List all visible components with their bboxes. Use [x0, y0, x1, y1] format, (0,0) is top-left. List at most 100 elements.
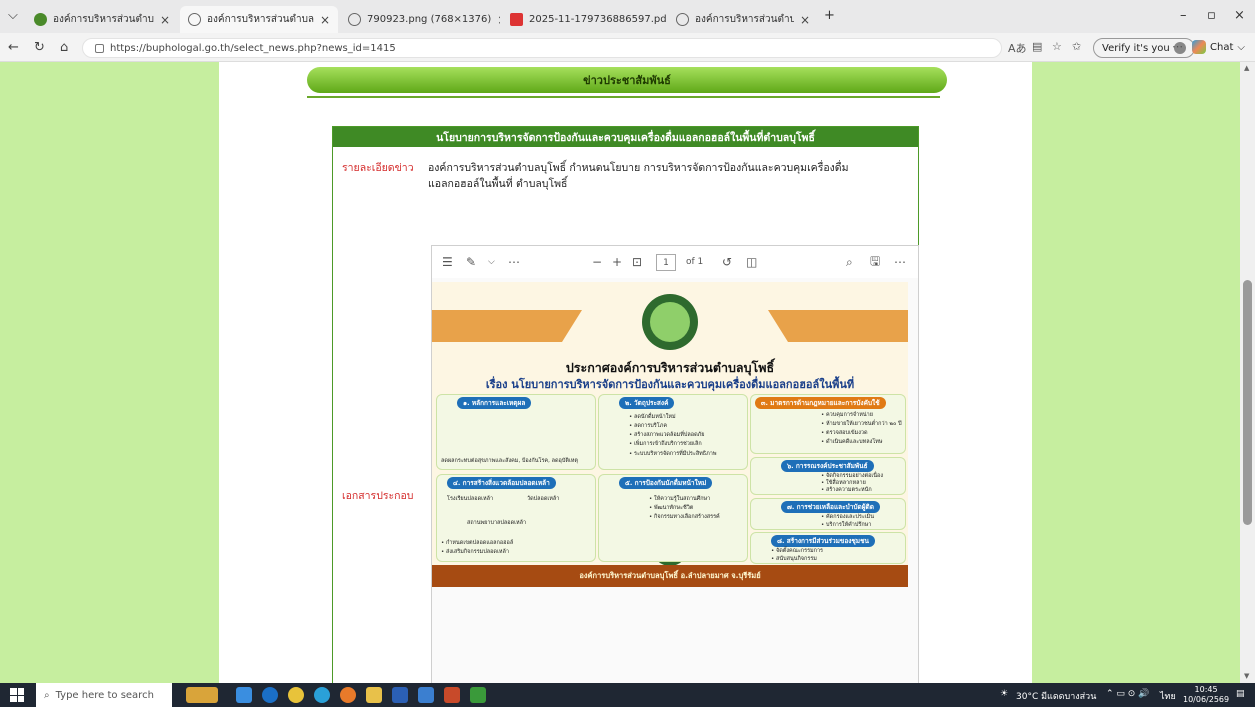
zoom-out-icon[interactable]: − [592, 255, 602, 269]
language-indicator[interactable]: ไทย [1160, 689, 1176, 703]
weather-text[interactable]: 30°C มีแดดบางส่วน [1016, 689, 1096, 703]
tab-1-title: องค์การบริหารส่วนตำบลบุโพธิ์ อำเภอลำ... [53, 14, 154, 25]
pdf-viewer[interactable]: ☰ ✎ ⌵ ⋯ − + ⊡ 1 of 1 ↺ ◫ ⌕ 🖫 ⋯ ประกาศองค… [431, 245, 919, 683]
section-4: ๔. การสร้างสิ่งแวดล้อมปลอดเหล้า โรงเรียน… [436, 474, 596, 562]
chat-button[interactable]: Chat ⌵ [1192, 40, 1245, 54]
tab-actions-icon[interactable]: ⌵ [8, 8, 18, 23]
fireworks-icon[interactable] [470, 687, 486, 703]
time: 10:45 [1194, 685, 1218, 694]
section-2-line-5: • ระบบบริหารจัดการที่มีประสิทธิภาพ [629, 451, 717, 457]
tab-strip: ⌵ องค์การบริหารส่วนตำบลบุโพธิ์ อำเภอลำ..… [0, 0, 1255, 33]
app-icon[interactable] [236, 687, 252, 703]
more-icon[interactable]: ⋯ [894, 255, 906, 269]
file-explorer-icon[interactable] [366, 687, 382, 703]
contents-icon[interactable]: ☰ [442, 255, 453, 269]
tab-5[interactable]: องค์การบริหารส่วนตำบลบุโพธิ์ อำเภอลำ... … [668, 6, 818, 33]
minimize-icon[interactable]: – [1180, 8, 1187, 23]
edge-icon[interactable] [314, 687, 330, 703]
word-icon[interactable] [392, 687, 408, 703]
section-7-line-2: • บริการให้คำปรึกษา [821, 522, 872, 528]
section-3-line-3: • ตรวจสอบเข้มงวด [821, 430, 868, 436]
draw-icon[interactable]: ✎ [466, 255, 476, 269]
tray-icons[interactable]: ⌃ ▭ ⊙ 🔊 [1106, 689, 1149, 699]
close-icon[interactable]: × [800, 13, 810, 27]
right-background [1032, 62, 1240, 683]
read-aloud-icon[interactable]: Aあ [1008, 40, 1027, 56]
section-4-line-1: • กำหนดเขตปลอดแอลกอฮอล์ [441, 540, 514, 546]
section-3: ๓. มาตรการด้านกฎหมายและการบังคับใช้ • คว… [750, 394, 906, 454]
section-6-heading: ๖. การรณรงค์ประชาสัมพันธ์ [781, 460, 874, 472]
section-5-line-1: • ให้ความรู้ในสถานศึกษา [649, 496, 711, 502]
pdf-toolbar: ☰ ✎ ⌵ ⋯ − + ⊡ 1 of 1 ↺ ◫ ⌕ 🖫 ⋯ [432, 246, 918, 278]
maximize-icon[interactable]: ▫ [1207, 8, 1216, 23]
taskbar: ⌕ Type here to search ☀ 30°C มีแดดบางส่ว… [0, 683, 1255, 707]
ie-icon[interactable] [262, 687, 278, 703]
globe-icon [676, 13, 689, 26]
scrollbar[interactable]: ▲ ▼ [1240, 62, 1255, 683]
verify-label: Verify it's you [1102, 42, 1170, 54]
section-5: ๕. การป้องกันนักดื่มหน้าใหม่ • ให้ความรู… [598, 474, 748, 562]
divider [307, 96, 940, 98]
rotate-icon[interactable]: ↺ [722, 255, 732, 269]
search-icon[interactable]: ⌕ [846, 255, 853, 270]
section-1-heading: ๑. หลักการและเหตุผล [457, 397, 532, 409]
pdf-icon [510, 13, 523, 26]
close-icon[interactable]: × [160, 13, 170, 27]
news-widget-icon[interactable] [186, 687, 218, 703]
save-icon[interactable]: 🖫 [870, 252, 880, 273]
url-text: https://buphologal.go.th/select_news.php… [110, 42, 396, 54]
page-number-input[interactable]: 1 [656, 254, 676, 271]
detail-label: รายละเอียดข่าว [342, 162, 414, 174]
powerpoint-icon[interactable] [444, 687, 460, 703]
weather-icon[interactable]: ☀ [1000, 689, 1008, 699]
more-icon[interactable]: ⋯ [1172, 40, 1183, 53]
section-2-line-2: • ลดการบริโภค [629, 423, 668, 429]
tab-3[interactable]: 790923.png (768×1376) × [340, 6, 500, 33]
poster-footer: องค์การบริหารส่วนตำบลบุโพธิ์ อ.ลำปลายมาศ… [432, 565, 908, 587]
refresh-icon[interactable]: ↻ [34, 40, 45, 55]
scroll-down-icon[interactable]: ▼ [1244, 672, 1249, 680]
search-icon: ⌕ [44, 689, 50, 701]
close-window-icon[interactable]: × [1234, 8, 1245, 23]
section-2-line-1: • ลดนักดื่มหน้าใหม่ [629, 414, 676, 420]
section-1: ๑. หลักการและเหตุผล ลดผลกระทบต่อสุขภาพแล… [436, 394, 596, 470]
scroll-up-icon[interactable]: ▲ [1244, 64, 1249, 72]
section-7: ๗. การช่วยเหลือและบำบัดผู้ติด • คัดกรองแ… [750, 498, 906, 530]
detail-text: องค์การบริหารส่วนตำบลบุโพธิ์ กำหนดนโยบาย… [428, 162, 849, 190]
back-icon[interactable]: ← [8, 40, 19, 55]
windows-start-icon[interactable] [10, 688, 24, 702]
new-tab-icon[interactable]: + [824, 8, 835, 23]
section-2: ๒. วัตถุประสงค์ • ลดนักดื่มหน้าใหม่ • ลด… [598, 394, 748, 470]
address-bar[interactable]: https://buphologal.go.th/select_news.php… [82, 38, 1002, 58]
taskbar-search[interactable]: ⌕ Type here to search [36, 683, 172, 707]
home-icon[interactable]: ⌂ [60, 40, 68, 55]
attachment-label: เอกสารประกอบ [342, 490, 414, 502]
chevron-down-icon[interactable]: ⌵ [488, 257, 495, 267]
zoom-in-icon[interactable]: + [612, 255, 622, 269]
tab-2-title: องค์การบริหารส่วนตำบลบุโพธิ์ อำเภอลำ... [207, 14, 314, 25]
section-5-line-2: • พัฒนาทักษะชีวิต [649, 505, 694, 511]
page-view-icon[interactable]: ◫ [746, 255, 757, 269]
tab-2[interactable]: องค์การบริหารส่วนตำบลบุโพธิ์ อำเภอลำ... … [180, 6, 338, 33]
clock[interactable]: 10:45 10/06/2569 [1183, 685, 1229, 705]
left-background [0, 62, 219, 683]
firefox-icon[interactable] [340, 687, 356, 703]
tab-4[interactable]: 2025-11-179736886597.pdf × [502, 6, 666, 33]
close-icon[interactable]: × [497, 13, 500, 27]
notification-icon[interactable]: ▤ [1236, 689, 1245, 699]
section-7-heading: ๗. การช่วยเหลือและบำบัดผู้ติด [781, 501, 880, 513]
split-screen-icon[interactable]: ▤ [1032, 40, 1042, 53]
section-6-line-3: • สร้างความตระหนัก [821, 487, 872, 493]
chrome-icon[interactable] [288, 687, 304, 703]
photos-icon[interactable] [418, 687, 434, 703]
page-total: of 1 [686, 257, 704, 267]
more-tools-icon[interactable]: ⋯ [508, 255, 520, 269]
tab-5-title: องค์การบริหารส่วนตำบลบุโพธิ์ อำเภอลำ... [695, 14, 794, 25]
favorite-icon[interactable]: ☆ [1052, 40, 1062, 53]
scroll-thumb[interactable] [1243, 280, 1252, 525]
fit-page-icon[interactable]: ⊡ [632, 255, 642, 269]
tab-1[interactable]: องค์การบริหารส่วนตำบลบุโพธิ์ อำเภอลำ... … [26, 6, 178, 33]
close-icon[interactable]: × [320, 13, 330, 27]
favorites-list-icon[interactable]: ✩ [1072, 40, 1081, 53]
section-title: ข่าวประชาสัมพันธ์ [307, 67, 947, 93]
